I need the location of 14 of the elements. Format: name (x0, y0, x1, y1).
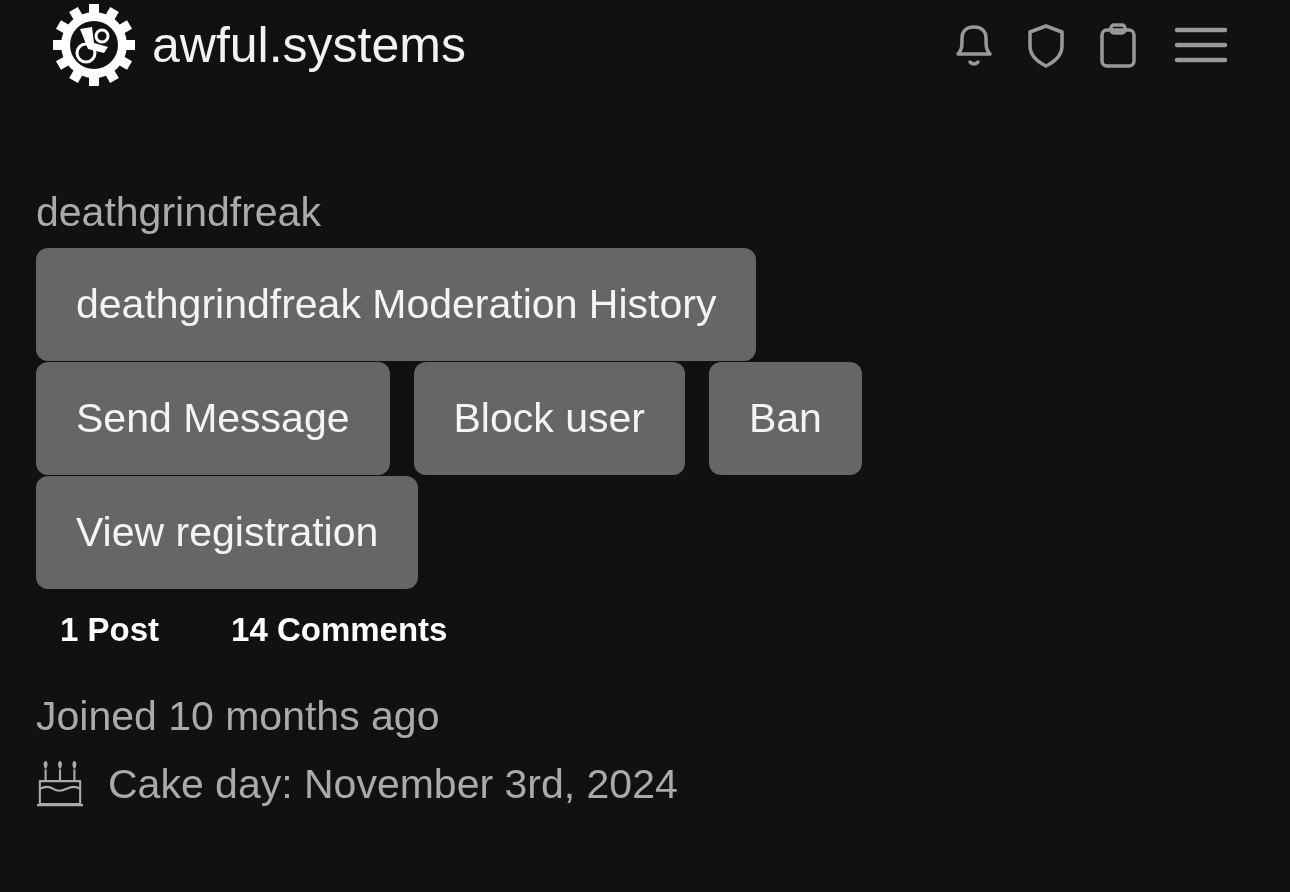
stat-count: 1 Post (60, 611, 160, 649)
menu-icon[interactable] (1174, 25, 1228, 65)
action-button[interactable]: View registration (36, 476, 419, 589)
gear-logo-icon[interactable] (52, 3, 136, 87)
cake-icon (36, 760, 84, 808)
site-name[interactable]: awful.systems (152, 16, 466, 74)
action-button[interactable]: deathgrindfreak Moderation History (36, 248, 757, 361)
username: deathgrindfreak (36, 188, 322, 237)
stat-count: 14 Comments (231, 611, 448, 649)
action-button[interactable]: Send Message (36, 362, 390, 475)
action-button[interactable]: Block user (413, 362, 685, 475)
action-button[interactable]: Ban (708, 362, 862, 475)
cake-day: Cake day: November 3rd, 2024 (108, 760, 678, 808)
joined-date: Joined 10 months ago (36, 693, 441, 740)
